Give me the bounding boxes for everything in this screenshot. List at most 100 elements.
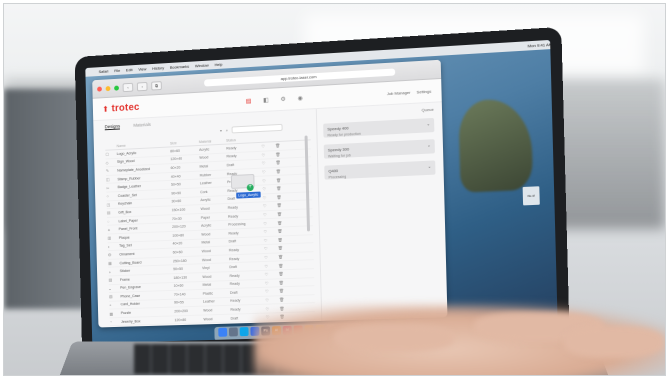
- job-manager-link[interactable]: Job Manager: [387, 89, 411, 95]
- menubar-item[interactable]: History: [152, 65, 164, 71]
- finger: [334, 324, 454, 352]
- list-icon[interactable]: ▤: [246, 97, 252, 104]
- heart-icon[interactable]: ♡: [263, 195, 277, 200]
- trash-icon[interactable]: 🗑: [276, 177, 286, 182]
- heart-icon[interactable]: ♡: [261, 143, 275, 149]
- heart-icon[interactable]: ♡: [262, 186, 276, 192]
- machine-card[interactable]: Q400 ⌄ Processing: [324, 160, 436, 180]
- trash-icon[interactable]: 🗑: [277, 228, 287, 234]
- machine-card[interactable]: Speedy 400 ⌄ Ready for production: [323, 117, 435, 138]
- heart-icon[interactable]: ♡: [264, 229, 278, 234]
- column-header[interactable]: Name: [117, 141, 171, 147]
- trash-icon[interactable]: 🗑: [277, 203, 287, 208]
- trash-icon[interactable]: 🗑: [278, 254, 288, 259]
- trash-icon[interactable]: 🗑: [279, 297, 289, 302]
- heart-icon[interactable]: ♡: [264, 263, 278, 268]
- column-header[interactable]: Size: [170, 140, 199, 145]
- trash-icon[interactable]: 🗑: [275, 151, 285, 157]
- close-button[interactable]: [97, 86, 102, 92]
- heart-icon[interactable]: ♡: [265, 297, 279, 303]
- menubar-item[interactable]: Edit: [126, 67, 133, 72]
- trash-icon[interactable]: 🗑: [276, 194, 286, 199]
- trash-icon[interactable]: 🗑: [279, 288, 289, 294]
- heart-icon[interactable]: ♡: [264, 246, 278, 251]
- desktop-file-icon[interactable]: file.tif: [522, 186, 540, 206]
- design-size: 200×200: [174, 309, 188, 314]
- chevron-down-icon[interactable]: ⌄: [427, 121, 431, 126]
- heart-icon[interactable]: ♡: [263, 212, 277, 217]
- column-header[interactable]: [275, 137, 285, 138]
- heart-icon[interactable]: ♡: [265, 280, 279, 286]
- file-icon: ○: [106, 193, 109, 199]
- trash-icon[interactable]: 🗑: [278, 271, 288, 276]
- minimize-button[interactable]: [105, 85, 111, 91]
- menubar-item[interactable]: Window: [195, 63, 209, 69]
- column-header[interactable]: Material: [199, 138, 226, 144]
- tab-designs[interactable]: Designs: [104, 123, 121, 131]
- safari-icon[interactable]: [239, 327, 249, 337]
- trash-icon[interactable]: 🗑: [278, 263, 288, 268]
- forward-button[interactable]: ›: [136, 81, 148, 91]
- menubar-item[interactable]: File: [114, 68, 120, 73]
- design-material: Metal: [199, 164, 209, 169]
- heart-icon[interactable]: ♡: [265, 289, 279, 294]
- trash-icon[interactable]: 🗑: [277, 211, 287, 217]
- machine-card[interactable]: Speedy 300 ⌄ Waiting for job: [323, 139, 435, 159]
- trash-icon[interactable]: 🗑: [279, 280, 289, 285]
- chevron-down-icon[interactable]: ⌄: [428, 164, 432, 169]
- design-material: Wood: [202, 274, 212, 279]
- settings-icon[interactable]: ⚙: [280, 95, 285, 102]
- machine-name: Speedy 400: [327, 125, 349, 132]
- heart-icon[interactable]: ♡: [262, 161, 276, 166]
- file-icon: ▦: [108, 260, 112, 266]
- design-name: Puzzle: [120, 310, 132, 316]
- column-header[interactable]: [261, 138, 275, 139]
- heart-icon[interactable]: ♡: [264, 255, 278, 260]
- layers-icon[interactable]: ◧: [263, 96, 269, 103]
- column-header[interactable]: [105, 146, 116, 147]
- menubar-item[interactable]: Bookmarks: [170, 64, 189, 70]
- browser-window: ‹ › ⧉ app.trotec-laser.com ⬆ trotec ▤ ◧ …: [92, 59, 448, 328]
- heart-icon[interactable]: ♡: [262, 169, 276, 175]
- design-status: Ready: [226, 145, 237, 151]
- design-size: 40×20: [172, 241, 183, 246]
- user-icon[interactable]: ◉: [298, 94, 303, 101]
- back-button[interactable]: ‹: [122, 82, 134, 92]
- trash-icon[interactable]: 🗑: [275, 143, 285, 148]
- heart-icon[interactable]: ♡: [264, 237, 278, 243]
- file-icon: ◒: [108, 285, 112, 291]
- trash-icon[interactable]: 🗑: [278, 246, 288, 251]
- design-status: Ready: [226, 154, 237, 159]
- menubar-item[interactable]: View: [138, 66, 146, 71]
- photo-frame: Safari File Edit View History Bookmarks …: [4, 4, 665, 375]
- menubar-clock: Mon 9:41 AM: [527, 41, 553, 49]
- column-header[interactable]: Status: [226, 136, 261, 142]
- menubar-item[interactable]: Help: [214, 62, 222, 67]
- tabs-button[interactable]: ⧉: [151, 80, 162, 91]
- search-input[interactable]: [231, 123, 283, 134]
- design-name: Logo_Acrylic: [116, 150, 137, 156]
- heart-icon[interactable]: ♡: [265, 272, 279, 277]
- design-name: Stamp_Rubber: [117, 175, 141, 181]
- trash-icon[interactable]: 🗑: [276, 169, 286, 174]
- design-status: Draft: [226, 163, 235, 168]
- finder-icon[interactable]: [218, 327, 228, 337]
- filter-icon[interactable]: ▾: [220, 128, 222, 133]
- heart-icon[interactable]: ♡: [262, 178, 276, 183]
- trash-icon[interactable]: 🗑: [277, 220, 287, 225]
- settings-link[interactable]: Settings: [416, 88, 431, 94]
- heart-icon[interactable]: ♡: [262, 152, 276, 157]
- design-size: 60×20: [170, 165, 181, 171]
- trash-icon[interactable]: 🗑: [276, 186, 286, 191]
- menubar-item[interactable]: Safari: [99, 69, 109, 74]
- panel-header: Queue: [421, 106, 434, 113]
- heart-icon[interactable]: ♡: [263, 220, 277, 226]
- launchpad-icon[interactable]: [228, 327, 238, 337]
- tab-materials[interactable]: Materials: [133, 122, 151, 129]
- chevron-down-icon[interactable]: ⌄: [427, 142, 431, 147]
- zoom-button[interactable]: [114, 85, 119, 91]
- heart-icon[interactable]: ♡: [263, 203, 277, 209]
- design-material: Acrylic: [200, 198, 211, 203]
- trash-icon[interactable]: 🗑: [276, 160, 286, 165]
- trash-icon[interactable]: 🗑: [278, 237, 288, 242]
